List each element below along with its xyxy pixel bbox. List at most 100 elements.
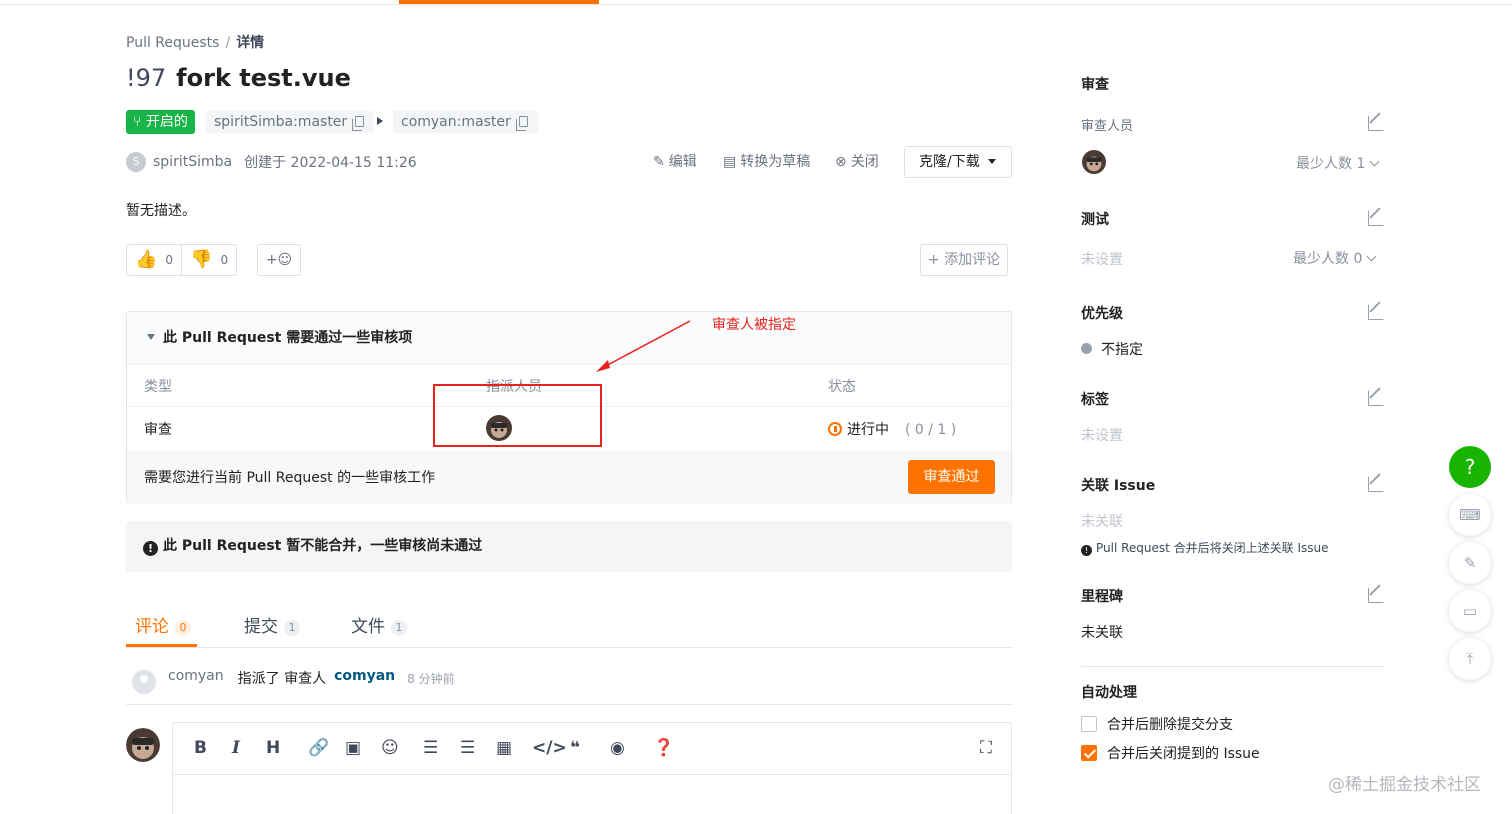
review-footer-text: 需要您进行当前 Pull Request 的一些审核工作	[144, 470, 436, 486]
add-comment-button[interactable]: + 添加评论	[920, 244, 1008, 276]
tab-count: 1	[391, 620, 407, 636]
current-user-avatar[interactable]	[126, 728, 160, 762]
feedback-icon[interactable]: ✎	[1449, 542, 1491, 584]
caret-down-icon	[987, 159, 996, 164]
bullet-list-icon[interactable]: ☰	[423, 738, 438, 758]
test-value: 未设置	[1081, 252, 1123, 268]
activity-time: 8 分钟前	[407, 672, 455, 686]
issue-value: 未关联	[1081, 514, 1123, 530]
target-branch-label: comyan:master	[401, 114, 511, 130]
tab-active-indicator	[126, 644, 197, 647]
tab-comments[interactable]: 评论 0	[135, 612, 191, 637]
image-icon[interactable]: ▣	[345, 738, 361, 758]
quote-icon[interactable]: ❝	[570, 738, 580, 758]
ordered-list-icon[interactable]: ☰	[460, 738, 475, 758]
reviewers-min-label: 最少人数 1	[1296, 156, 1366, 172]
code-review-icon[interactable]: ⌨	[1449, 494, 1491, 536]
top-nav-active-indicator	[399, 0, 599, 4]
breadcrumb-current: 详情	[236, 35, 265, 51]
heading-button[interactable]: H	[266, 738, 280, 758]
avatar-icon	[1082, 150, 1106, 174]
priority-value: 不指定	[1081, 339, 1143, 359]
edit-reviewers-icon[interactable]	[1368, 115, 1384, 131]
approve-review-button[interactable]: 审查通过	[908, 460, 995, 494]
tab-label: 文件	[351, 617, 385, 637]
sidebar-priority-title: 优先级	[1081, 306, 1123, 322]
thumbs-down-count: 0	[220, 253, 229, 267]
help-button[interactable]: ?	[1449, 446, 1491, 488]
tab-files[interactable]: 文件 1	[351, 612, 407, 637]
activity-item: comyan 指派了 审查人 comyan 8 分钟前	[126, 668, 1012, 705]
priority-dot-icon	[1081, 343, 1092, 354]
edit-label: 编辑	[668, 154, 697, 170]
reviewers-min-select[interactable]: 最少人数 1	[1296, 153, 1380, 173]
add-emoji-button[interactable]: +☺	[257, 244, 301, 276]
edit-labels-icon[interactable]	[1368, 390, 1384, 406]
status-label: 进行中	[847, 422, 889, 438]
sidebar-divider	[1081, 666, 1384, 667]
link-icon[interactable]: 🔗	[308, 738, 329, 758]
auto-close-checkbox[interactable]: 合并后关闭提到的 Issue	[1081, 743, 1260, 763]
chat-icon[interactable]: ▭	[1449, 590, 1491, 632]
created-time: 创建于 2022-04-15 11:26	[244, 155, 417, 171]
review-panel-header[interactable]: 此 Pull Request 需要通过一些审核项	[127, 312, 1011, 365]
breadcrumb-separator: /	[225, 35, 231, 51]
table-icon[interactable]: ▦	[496, 738, 512, 758]
col-status-header: 状态	[828, 379, 856, 395]
review-heading: 此 Pull Request 需要通过一些审核项	[163, 330, 413, 346]
activity-reviewer[interactable]: comyan	[334, 668, 395, 684]
edit-milestone-icon[interactable]	[1368, 587, 1384, 603]
sidebar-reviewers-label: 审查人员	[1081, 119, 1134, 134]
fullscreen-icon[interactable]: ⛶	[980, 738, 992, 758]
clone-download-button[interactable]: 克隆/下载	[904, 146, 1012, 178]
emoji-icon[interactable]: ☺	[381, 738, 399, 758]
preview-icon[interactable]: ◉	[610, 738, 625, 758]
back-to-top-icon[interactable]: ⤒	[1449, 638, 1491, 680]
source-branch[interactable]: spiritSimba:master	[206, 111, 375, 133]
help-icon[interactable]: ❓	[653, 738, 674, 758]
user-avatar-icon[interactable]	[132, 670, 156, 694]
edit-issue-icon[interactable]	[1368, 476, 1384, 492]
pr-number: !97	[126, 64, 167, 92]
activity-verb: 指派了 审查人	[237, 671, 327, 687]
sidebar-test-title: 测试	[1081, 212, 1109, 228]
author-link[interactable]: spiritSimba	[153, 154, 232, 170]
issue-note: ! Pull Request 合并后将关闭上述关联 Issue	[1081, 539, 1329, 556]
author-avatar[interactable]: S	[126, 152, 146, 172]
sidebar-issue-title: 关联 Issue	[1081, 478, 1156, 494]
edit-button[interactable]: ✎ 编辑	[653, 152, 697, 172]
thumbs-up-button[interactable]: 👍 0	[127, 245, 181, 275]
test-min-label: 最少人数 0	[1293, 251, 1363, 267]
reactions: 👍 0 👎 0	[126, 244, 238, 276]
thumbs-down-icon: 👎	[190, 249, 213, 270]
auto-delete-checkbox[interactable]: 合并后删除提交分支	[1081, 714, 1233, 734]
editor-toolbar: B I H 🔗 ▣ ☺ ☰ ☰ ▦ </> ❝ ◉ ❓ ⛶	[173, 723, 1011, 775]
close-label: 关闭	[850, 154, 879, 170]
sidebar-auto-title: 自动处理	[1081, 685, 1137, 701]
reviewer-avatar[interactable]	[1082, 150, 1106, 178]
copy-icon[interactable]	[515, 116, 528, 131]
checkbox-icon[interactable]	[1081, 716, 1097, 732]
close-pr-button[interactable]: ⊗ 关闭	[835, 152, 879, 172]
breadcrumb-root-link[interactable]: Pull Requests	[126, 35, 219, 51]
edit-icon: ✎	[653, 154, 665, 170]
tab-commits[interactable]: 提交 1	[244, 612, 300, 637]
copy-icon[interactable]	[352, 116, 365, 131]
target-branch[interactable]: comyan:master	[393, 111, 538, 133]
edit-test-icon[interactable]	[1368, 210, 1384, 226]
italic-button[interactable]: I	[232, 738, 240, 758]
avatar-icon	[126, 728, 160, 762]
activity-user[interactable]: comyan	[168, 668, 224, 684]
thumbs-down-button[interactable]: 👎 0	[181, 245, 236, 275]
source-branch-label: spiritSimba:master	[214, 114, 348, 130]
bold-button[interactable]: B	[194, 738, 207, 758]
checkbox-checked-icon[interactable]	[1081, 745, 1097, 761]
test-min-select[interactable]: 最少人数 0	[1293, 248, 1377, 268]
clone-label: 克隆/下载	[919, 154, 980, 170]
branch-arrow-icon	[377, 117, 383, 125]
status-badge: ⑂ 开启的	[126, 110, 195, 134]
convert-draft-button[interactable]: ▤ 转换为草稿	[723, 152, 810, 172]
code-icon[interactable]: </>	[532, 738, 567, 758]
edit-priority-icon[interactable]	[1368, 304, 1384, 320]
comment-editor: B I H 🔗 ▣ ☺ ☰ ☰ ▦ </> ❝ ◉ ❓ ⛶	[172, 722, 1012, 814]
